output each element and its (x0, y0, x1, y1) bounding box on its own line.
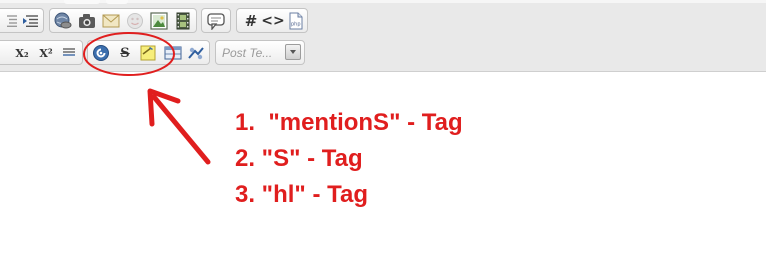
annotation-line-1: 1. "mentionS" - Tag (235, 109, 463, 136)
annotation-circle (83, 32, 175, 76)
annotation-line-2: 2. "S" - Tag (235, 145, 363, 172)
annotation-line-3: 3. "hl" - Tag (235, 181, 368, 208)
annotation-arrow (147, 88, 211, 165)
annotation-overlay (83, 32, 211, 165)
